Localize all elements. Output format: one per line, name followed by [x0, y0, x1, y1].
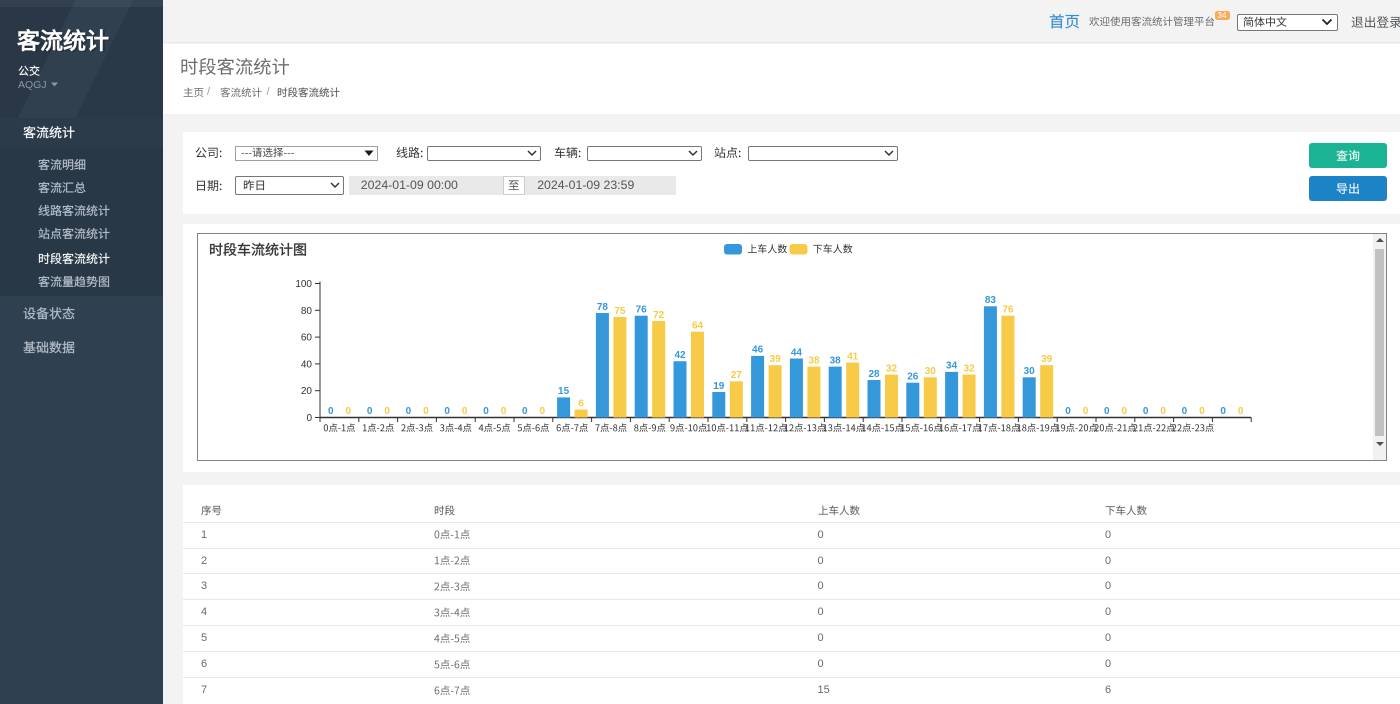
svg-text:0: 0: [423, 406, 429, 417]
svg-text:32: 32: [964, 363, 976, 374]
svg-text:75: 75: [614, 306, 626, 317]
svg-text:0: 0: [328, 406, 334, 417]
svg-text:76: 76: [636, 305, 648, 316]
svg-text:39: 39: [770, 354, 782, 365]
svg-text:0: 0: [462, 406, 468, 417]
svg-text:40: 40: [301, 359, 313, 370]
svg-text:0: 0: [483, 406, 489, 417]
svg-text:76: 76: [1002, 305, 1014, 316]
svg-text:0: 0: [306, 413, 312, 424]
svg-text:30: 30: [1024, 366, 1036, 377]
svg-text:19: 19: [713, 381, 725, 392]
svg-text:46: 46: [752, 345, 764, 356]
svg-text:0: 0: [1182, 406, 1188, 417]
svg-text:0: 0: [406, 406, 412, 417]
svg-text:80: 80: [301, 306, 313, 317]
svg-text:20: 20: [301, 386, 313, 397]
svg-text:0: 0: [501, 406, 507, 417]
svg-text:60: 60: [301, 333, 313, 344]
svg-text:0: 0: [1083, 406, 1089, 417]
svg-text:0: 0: [540, 406, 546, 417]
svg-text:26: 26: [907, 372, 919, 383]
svg-text:15: 15: [558, 386, 570, 397]
svg-text:28: 28: [868, 369, 880, 380]
svg-text:83: 83: [985, 295, 997, 306]
svg-text:72: 72: [653, 310, 665, 321]
svg-text:44: 44: [791, 347, 803, 358]
svg-text:34: 34: [946, 361, 958, 372]
svg-text:0: 0: [1238, 406, 1244, 417]
svg-text:0: 0: [346, 406, 352, 417]
svg-text:0: 0: [384, 406, 390, 417]
svg-text:0: 0: [522, 406, 528, 417]
svg-text:0: 0: [367, 406, 373, 417]
svg-text:0: 0: [1220, 406, 1226, 417]
svg-text:0: 0: [1104, 406, 1110, 417]
svg-text:30: 30: [925, 366, 937, 377]
svg-text:64: 64: [692, 321, 704, 332]
svg-text:78: 78: [597, 302, 609, 313]
svg-text:38: 38: [830, 355, 842, 366]
svg-text:0: 0: [1143, 406, 1149, 417]
svg-text:39: 39: [1041, 354, 1053, 365]
svg-text:0: 0: [1160, 406, 1166, 417]
svg-text:0: 0: [1122, 406, 1128, 417]
svg-text:0: 0: [1199, 406, 1205, 417]
svg-text:41: 41: [847, 351, 859, 362]
svg-text:38: 38: [808, 355, 820, 366]
svg-text:100: 100: [295, 279, 312, 290]
svg-text:6: 6: [578, 398, 584, 409]
svg-text:0: 0: [444, 406, 450, 417]
svg-text:32: 32: [886, 363, 898, 374]
svg-text:0: 0: [1065, 406, 1071, 417]
svg-text:42: 42: [674, 350, 686, 361]
svg-text:27: 27: [731, 370, 743, 381]
